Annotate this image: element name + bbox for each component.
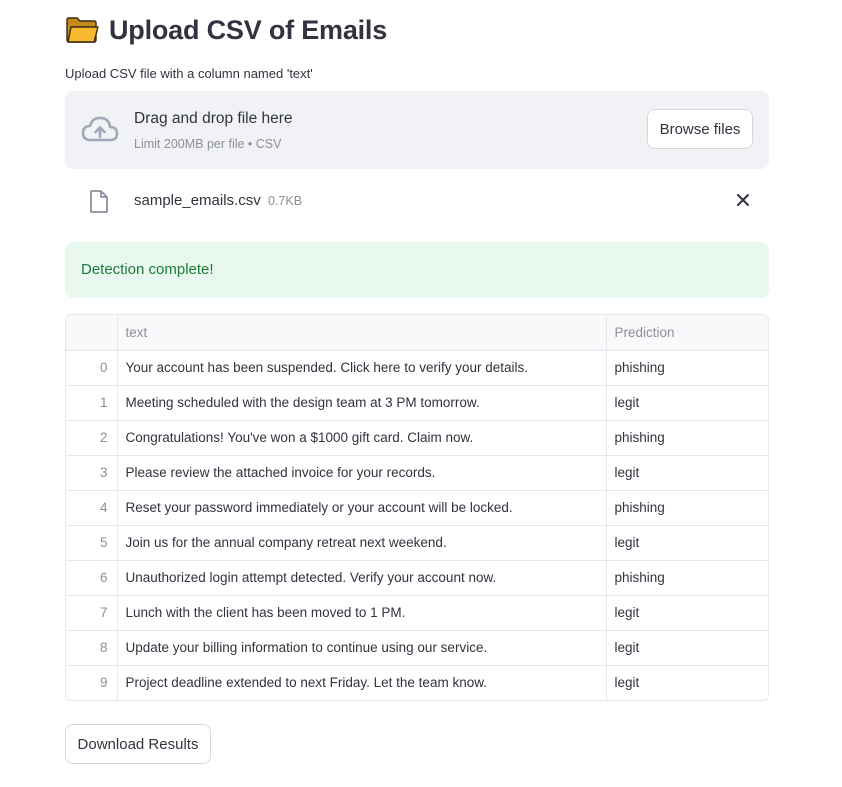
- row-index: 9: [99, 675, 108, 691]
- table-row: 5 Join us for the annual company retreat…: [66, 525, 768, 561]
- file-size: 0.7KB: [268, 194, 303, 208]
- email-text-cell[interactable]: Meeting scheduled with the design team a…: [116, 385, 606, 421]
- table-row: 2 Congratulations! You've won a $1000 gi…: [66, 420, 768, 456]
- dropzone-instructions: Drag and drop file here: [134, 110, 293, 127]
- cloud-upload-icon: [81, 116, 119, 142]
- prediction-cell[interactable]: legit: [605, 630, 768, 666]
- uploaded-file: sample_emails.csv 0.7KB: [65, 183, 769, 221]
- prediction-cell[interactable]: phishing: [605, 350, 768, 386]
- prediction-cell[interactable]: legit: [605, 385, 768, 421]
- row-index: 3: [66, 455, 117, 491]
- dropzone-limit: Limit 200MB per file • CSV: [134, 137, 282, 151]
- email-text-cell[interactable]: Join us for the annual company retreat n…: [116, 525, 606, 561]
- row-index: 2: [66, 420, 117, 456]
- page-title: Upload CSV of Emails: [109, 14, 388, 45]
- table-row: 0 Your account has been suspended. Click…: [66, 350, 768, 386]
- download-results-button[interactable]: Download Results: [65, 724, 211, 764]
- row-index: 7: [66, 595, 117, 631]
- prediction-cell[interactable]: legit: [605, 455, 768, 491]
- uploader-label: Upload CSV file with a column named 'tex…: [65, 66, 313, 81]
- email-text-cell[interactable]: Update your billing information to conti…: [116, 630, 606, 666]
- prediction-cell[interactable]: legit: [605, 595, 768, 631]
- file-icon: [90, 190, 108, 213]
- success-alert: Detection complete!: [65, 242, 769, 298]
- email-text-cell[interactable]: Please review the attached invoice for y…: [116, 455, 606, 491]
- table-row: 6 Unauthorized login attempt detected. V…: [66, 560, 768, 596]
- row-index: 1: [66, 385, 117, 421]
- file-name: sample_emails.csv: [134, 192, 261, 209]
- prediction-cell[interactable]: legit: [605, 525, 768, 561]
- success-message: Detection complete!: [81, 261, 214, 278]
- row-index: 8: [66, 630, 117, 666]
- table-row: 1 Meeting scheduled with the design team…: [66, 385, 768, 421]
- table-row: 9 Project deadline extended to next Frid…: [66, 665, 768, 700]
- prediction-cell[interactable]: phishing: [605, 420, 768, 456]
- browse-files-button[interactable]: Browse files: [647, 109, 753, 149]
- results-table[interactable]: text Prediction 0 Your account has been …: [65, 314, 769, 701]
- email-text-cell[interactable]: Unauthorized login attempt detected. Ver…: [116, 560, 606, 596]
- prediction-cell[interactable]: phishing: [605, 560, 768, 596]
- file-dropzone[interactable]: Drag and drop file here Limit 200MB per …: [65, 91, 769, 169]
- email-text-cell[interactable]: Your account has been suspended. Click h…: [116, 350, 606, 386]
- row-index: 4: [66, 490, 117, 526]
- table-row: 7 Lunch with the client has been moved t…: [66, 595, 768, 631]
- table-row: 3 Please review the attached invoice for…: [66, 455, 768, 491]
- page-header: Upload CSV of Emails: [66, 12, 387, 48]
- open-folder-icon: [66, 17, 99, 43]
- table-row: 4 Reset your password immediately or you…: [66, 490, 768, 526]
- close-icon[interactable]: [735, 192, 751, 208]
- prediction-cell[interactable]: phishing: [605, 490, 768, 526]
- text-header[interactable]: text: [116, 315, 606, 351]
- index-header: [66, 315, 117, 351]
- row-index: 5: [66, 525, 117, 561]
- prediction-header[interactable]: Prediction: [605, 315, 768, 351]
- email-text-cell[interactable]: Congratulations! You've won a $1000 gift…: [116, 420, 606, 456]
- email-text-cell[interactable]: Lunch with the client has been moved to …: [116, 595, 606, 631]
- prediction-cell[interactable]: legit: [605, 665, 768, 700]
- row-index: 0: [66, 350, 117, 386]
- table-row: 8 Update your billing information to con…: [66, 630, 768, 666]
- table-header-row: text Prediction: [66, 315, 768, 351]
- row-index: 6: [66, 560, 117, 596]
- email-text-cell[interactable]: Reset your password immediately or your …: [116, 490, 606, 526]
- email-text-cell[interactable]: Project deadline extended to next Friday…: [116, 665, 606, 700]
